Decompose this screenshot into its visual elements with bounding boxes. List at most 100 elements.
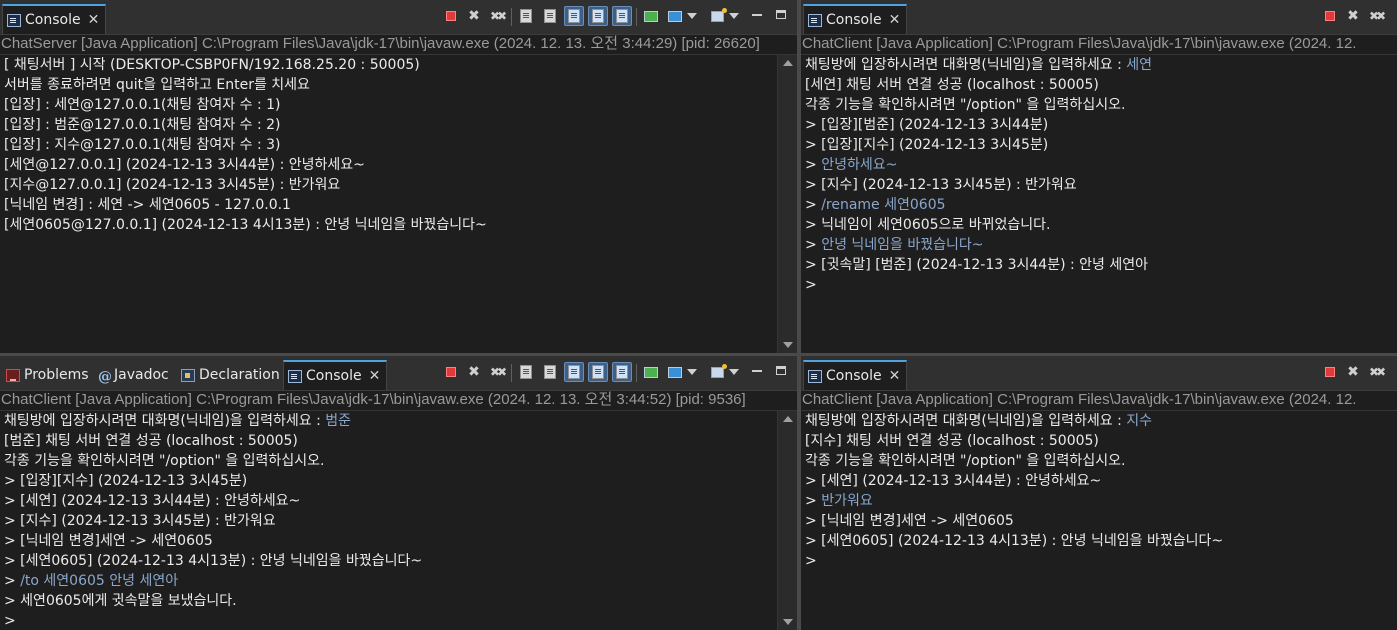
word-wrap-button[interactable] (564, 6, 584, 26)
console-line: [입장] : 세연@127.0.0.1(채팅 참여자 수 : 1) (0, 95, 778, 115)
remove-all-terminated-icon: ✖✖ (1368, 365, 1386, 379)
scroll-lock-button[interactable] (540, 362, 560, 382)
open-console-dropdown[interactable] (727, 6, 741, 26)
console-line: [세연] 채팅 서버 연결 성공 (localhost : 50005) (801, 75, 1397, 95)
scroll-lock-icon (544, 9, 556, 23)
console-icon (808, 13, 822, 27)
remove-launch-button[interactable]: ✖ (1343, 362, 1363, 382)
show-on-stderr-button[interactable] (612, 6, 632, 26)
maximize-icon[interactable] (775, 364, 787, 378)
tab-console[interactable]: Console ✕ (803, 4, 908, 34)
console-line-text: [세연] 채팅 서버 연결 성공 (localhost : 50005) (805, 77, 1099, 93)
remove-launch-button[interactable]: ✖ (464, 362, 484, 382)
show-on-stderr-icon (616, 365, 628, 379)
clear-console-button[interactable] (516, 362, 536, 382)
close-icon[interactable]: ✕ (889, 368, 901, 384)
terminate-button[interactable] (1320, 362, 1340, 382)
console-line-text: 각종 기능을 확인하시려면 "/option" 을 입력하십시오. (805, 453, 1126, 469)
console-output[interactable]: 채팅방에 입장하시려면 대화명(닉네임)을 입력하세요 : 지수 [지수] 채팅 … (801, 411, 1397, 630)
terminate-button[interactable] (441, 6, 461, 26)
tab-bar: Problems @ Javadoc Declaration Console ✕… (0, 356, 797, 391)
terminate-button[interactable] (1320, 6, 1340, 26)
remove-all-terminated-button[interactable]: ✖✖ (1366, 362, 1386, 382)
show-on-stdout-button[interactable] (588, 362, 608, 382)
tab-javadoc[interactable]: @ Javadoc (94, 360, 175, 390)
remove-launch-icon: ✖ (1347, 364, 1359, 380)
show-on-stdout-button[interactable] (588, 6, 608, 26)
console-line: > [세연] (2024-12-13 3시44분) : 안녕하세요~ (0, 491, 778, 511)
console-line: > 안녕하세요~ (801, 155, 1397, 175)
console-line-text: > [입장][지수] (2024-12-13 3시45분) (4, 473, 248, 489)
scroll-down-icon[interactable] (783, 342, 793, 348)
scroll-lock-button[interactable] (540, 6, 560, 26)
maximize-icon[interactable] (775, 8, 787, 22)
console-line-text: > [닉네임 변경]세연 -> 세연0605 (805, 513, 1014, 529)
process-description: ChatClient [Java Application] C:\Program… (801, 34, 1397, 55)
chevron-down-icon (687, 13, 697, 19)
remove-launch-button[interactable]: ✖ (1343, 6, 1363, 26)
minimize-icon[interactable] (751, 364, 763, 378)
vertical-scrollbar[interactable] (777, 55, 797, 353)
tab-console[interactable]: Console ✕ (803, 360, 908, 390)
close-icon[interactable]: ✕ (889, 12, 901, 28)
pin-console-button[interactable] (641, 362, 661, 382)
console-line-text: > [지수] (2024-12-13 3시45분) : 반가워요 (805, 177, 1077, 193)
show-on-stdout-icon (592, 9, 604, 23)
tab-bar: Console ✕ ✖ ✖✖ (0, 0, 797, 35)
console-output[interactable]: 채팅방에 입장하시려면 대화명(닉네임)을 입력하세요 : 세연 [세연] 채팅 … (801, 55, 1397, 353)
tab-problems[interactable]: Problems (2, 360, 95, 390)
display-console-dropdown[interactable] (685, 362, 699, 382)
display-console-button[interactable] (665, 6, 685, 26)
scroll-down-icon[interactable] (783, 619, 793, 625)
console-line-text: > (4, 573, 21, 589)
console-line-text: > [입장][지수] (2024-12-13 3시45분) (805, 137, 1049, 153)
console-line: [세연0605@127.0.0.1] (2024-12-13 4시13분) : … (0, 215, 778, 235)
open-console-button[interactable] (707, 6, 727, 26)
problems-icon (6, 368, 20, 382)
console-output[interactable]: [ 채팅서버 ] 시작 (DESKTOP-CSBP0FN/192.168.25.… (0, 55, 778, 353)
pin-console-button[interactable] (641, 6, 661, 26)
clear-console-button[interactable] (516, 6, 536, 26)
open-console-dropdown[interactable] (727, 362, 741, 382)
console-line: > [입장][지수] (2024-12-13 3시45분) (801, 135, 1397, 155)
show-on-stderr-button[interactable] (612, 362, 632, 382)
console-line: [입장] : 지수@127.0.0.1(채팅 참여자 수 : 3) (0, 135, 778, 155)
remove-all-terminated-button[interactable]: ✖✖ (487, 6, 507, 26)
minimize-icon[interactable] (751, 8, 763, 22)
word-wrap-button[interactable] (564, 362, 584, 382)
terminate-button[interactable] (441, 362, 461, 382)
remove-all-terminated-button[interactable]: ✖✖ (487, 362, 507, 382)
remove-all-terminated-button[interactable]: ✖✖ (1366, 6, 1386, 26)
display-console-dropdown[interactable] (685, 6, 699, 26)
tab-console[interactable]: Console ✕ (2, 4, 107, 34)
scroll-lock-icon (544, 365, 556, 379)
tab-declaration[interactable]: Declaration (177, 360, 286, 390)
console-line: > (801, 551, 1397, 571)
console-line-text: [지수@127.0.0.1] (2024-12-13 3시45분) : 반가워요 (4, 177, 341, 193)
console-pane-client-jisu: Console ✕ ✖ ✖✖ ChatClient [Java Applicat… (801, 356, 1397, 630)
tab-console[interactable]: Console ✕ (283, 360, 388, 390)
open-console-button[interactable] (707, 362, 727, 382)
console-line-text: [지수] 채팅 서버 연결 성공 (localhost : 50005) (805, 433, 1099, 449)
display-console-button[interactable] (665, 362, 685, 382)
console-line-text: > [귓속말] [범준] (2024-12-13 3시44분) : 안녕 세연아 (805, 257, 1149, 273)
display-console-icon (668, 10, 682, 22)
open-console-icon (710, 7, 727, 22)
terminate-icon (446, 11, 456, 21)
tab-bar: Console ✕ ✖ ✖✖ (801, 0, 1397, 35)
console-user-input: /rename 세연0605 (821, 197, 946, 213)
console-line: > (0, 611, 778, 630)
chevron-down-icon (687, 369, 697, 375)
console-line-text: [입장] : 지수@127.0.0.1(채팅 참여자 수 : 3) (4, 137, 281, 153)
scroll-up-icon[interactable] (783, 416, 793, 422)
console-line-text: 채팅방에 입장하시려면 대화명(닉네임)을 입력하세요 : (4, 413, 326, 429)
console-icon (7, 13, 21, 27)
console-line-text: > [세연0605] (2024-12-13 4시13분) : 안녕 닉네임을 … (805, 533, 1224, 549)
vertical-scrollbar[interactable] (777, 411, 797, 630)
scroll-up-icon[interactable] (783, 60, 793, 66)
console-output[interactable]: 채팅방에 입장하시려면 대화명(닉네임)을 입력하세요 : 범준 [범준] 채팅 … (0, 411, 778, 630)
close-icon[interactable]: ✕ (88, 12, 100, 28)
close-icon[interactable]: ✕ (369, 368, 381, 384)
remove-launch-button[interactable]: ✖ (464, 6, 484, 26)
console-line: [범준] 채팅 서버 연결 성공 (localhost : 50005) (0, 431, 778, 451)
